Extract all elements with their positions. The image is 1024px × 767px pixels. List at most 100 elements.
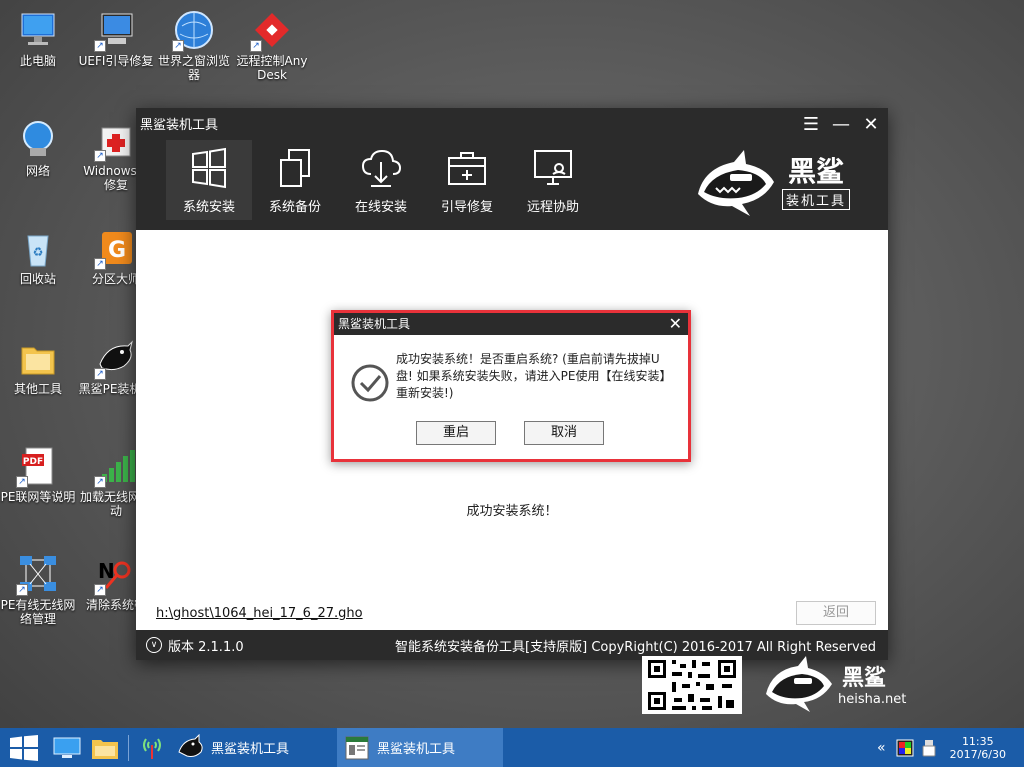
desktop-icon-this-pc[interactable]: 此电脑: [0, 8, 76, 68]
clock-date: 2017/6/30: [949, 747, 1006, 761]
taskbar-app-label: 黑鲨装机工具: [211, 742, 290, 757]
start-button[interactable]: [0, 728, 48, 767]
svg-text:♻: ♻: [33, 245, 44, 259]
taskbar-app-heisha-1[interactable]: 黑鲨装机工具: [171, 728, 337, 767]
tab-label: 系统安装: [182, 200, 235, 215]
minimize-button[interactable]: —: [828, 114, 854, 136]
tab-online-install[interactable]: 在线安装: [338, 140, 424, 220]
taskbar-app-heisha-2[interactable]: 黑鲨装机工具: [337, 728, 503, 767]
color-display-icon[interactable]: [896, 739, 914, 757]
anydesk-icon: ↗: [250, 8, 294, 52]
toolbox-icon: [448, 152, 486, 185]
taskbar-app-label: 黑鲨装机工具: [377, 742, 456, 757]
dialog-title: 黑鲨装机工具: [338, 317, 411, 331]
restart-dialog: 黑鲨装机工具 ✕ 成功安装系统！是否重启系统? (重启前请先拔掉U盘! 如果系统…: [331, 310, 691, 462]
window-header: 黑鲨装机工具 ☰ — ✕ 系统安装 系统备份 在线安装 引导修复 远程协助 黑鲨…: [136, 108, 888, 230]
desktop-icon-label: 远程控制AnyDesk: [236, 54, 308, 82]
desktop-icon-label: UEFI引导修复: [78, 54, 154, 68]
shark-icon: ↗: [94, 336, 138, 380]
remote-monitor-icon: [534, 150, 572, 185]
dialog-header: 黑鲨装机工具 ✕: [334, 313, 688, 335]
menu-icon[interactable]: ☰: [798, 114, 824, 136]
window-title: 黑鲨装机工具: [140, 118, 219, 133]
window-app-icon: [345, 736, 369, 759]
qr-code: [642, 656, 742, 714]
shortcut-arrow-icon: ↗: [94, 584, 106, 596]
desktop-monitor-icon: [53, 737, 81, 758]
tray-expand-chevron[interactable]: «: [877, 740, 886, 756]
desktop-icon-label: PE联网等说明: [0, 490, 76, 504]
desktop-icon-browser[interactable]: ↗ 世界之窗浏览器: [156, 8, 232, 82]
dialog-body: 成功安装系统！是否重启系统? (重启前请先拔掉U盘! 如果系统安装失败，请进入P…: [334, 335, 688, 459]
close-button[interactable]: ✕: [858, 114, 884, 136]
clock-time: 11:35: [961, 734, 994, 748]
shortcut-arrow-icon: ↗: [94, 40, 106, 52]
file-explorer-button[interactable]: [86, 728, 124, 767]
desktop-icon-label: 回收站: [19, 272, 56, 286]
desktop-icon-label: 分区大师: [91, 272, 140, 286]
shortcut-arrow-icon: ↗: [94, 368, 106, 380]
copyright-text: 智能系统安装备份工具[支持原版] CopyRight(C) 2016-2017 …: [395, 639, 876, 655]
shark-logo-icon: [697, 150, 774, 216]
shortcut-arrow-icon: ↗: [94, 258, 106, 270]
desktop-icon-network-manager[interactable]: ↗ PE有线无线网络管理: [0, 552, 76, 626]
shark-logo-icon: [766, 656, 832, 712]
desktop-icon-label: PE有线无线网络管理: [0, 598, 76, 626]
dialog-message: 成功安装系统！是否重启系统? (重启前请先拔掉U盘! 如果系统安装失败，请进入P…: [396, 352, 672, 400]
version-text: 版本 2.1.1.0: [168, 639, 244, 655]
promo-url: heisha.net: [838, 692, 907, 707]
partition-tool-icon: G ↗: [94, 226, 138, 270]
computer-icon: [16, 8, 60, 52]
tab-label: 在线安装: [354, 200, 407, 215]
ghost-file-link[interactable]: h:\ghost\1064_hei_17_6_27.gho: [156, 606, 363, 621]
signal-bars-icon: ↗: [94, 444, 138, 488]
wireless-button[interactable]: [133, 728, 171, 767]
clock[interactable]: 11:35 2017/6/30: [950, 735, 1006, 761]
desktop-icon-recycle-bin[interactable]: ♻ 回收站: [0, 226, 76, 286]
tab-system-backup[interactable]: 系统备份: [252, 140, 338, 220]
antenna-icon: [143, 737, 161, 759]
restart-button[interactable]: 重启: [416, 421, 496, 445]
desktop-icon-label: 其他工具: [13, 382, 62, 396]
back-button[interactable]: 返回: [796, 601, 876, 625]
globe-icon: ↗: [172, 8, 216, 52]
version-info: ∨ 版本 2.1.1.0: [146, 636, 244, 655]
dialog-close-button[interactable]: ✕: [669, 313, 682, 335]
desktop-icon-uefi-repair[interactable]: ↗ UEFI引导修复: [78, 8, 154, 68]
desktop-icon-other-tools[interactable]: 其他工具: [0, 336, 76, 396]
folder-icon: [16, 336, 60, 380]
tab-remote-assist[interactable]: 远程协助: [510, 140, 596, 220]
desktop-icon-network[interactable]: 网络: [0, 118, 76, 178]
first-aid-icon: ↗: [94, 118, 138, 162]
cloud-download-icon: [361, 149, 402, 187]
windows-logo-icon: [192, 147, 226, 189]
desktop-icon-label: 网络: [25, 164, 50, 178]
taskbar: 黑鲨装机工具 黑鲨装机工具 « 11:35 2017/6/30: [0, 728, 1024, 767]
svg-text:G: G: [108, 238, 126, 263]
shortcut-arrow-icon: ↗: [250, 40, 262, 52]
tab-boot-repair[interactable]: 引导修复: [424, 140, 510, 220]
backup-copy-icon: [280, 149, 310, 187]
network-globe-icon: [16, 118, 60, 162]
shortcut-arrow-icon: ↗: [94, 476, 106, 488]
svg-text:PDF: PDF: [23, 457, 43, 467]
usb-drive-icon[interactable]: [922, 739, 936, 757]
pdf-icon: PDF ↗: [16, 444, 60, 488]
tab-label: 引导修复: [440, 200, 493, 215]
tab-label: 系统备份: [268, 200, 321, 215]
desktop-icon-label: 世界之窗浏览器: [157, 54, 230, 82]
tab-system-install[interactable]: 系统安装: [166, 140, 252, 220]
desktop-icon-anydesk[interactable]: ↗ 远程控制AnyDesk: [234, 8, 310, 82]
shortcut-arrow-icon: ↗: [172, 40, 184, 52]
show-desktop-button[interactable]: [48, 728, 86, 767]
cancel-button[interactable]: 取消: [524, 421, 604, 445]
promo-logo: 黑鲨 heisha.net: [762, 656, 912, 714]
brand-logo: 黑鲨 装机工具: [694, 148, 850, 218]
shark-icon: [178, 733, 203, 757]
main-toolbar: 系统安装 系统备份 在线安装 引导修复 远程协助: [166, 140, 596, 220]
desktop-icon-pe-network-help[interactable]: PDF ↗ PE联网等说明: [0, 444, 76, 504]
folder-icon: [92, 739, 118, 759]
network-nodes-icon: ↗: [16, 552, 60, 596]
key-icon: N ↗: [94, 552, 138, 596]
recycle-bin-icon: ♻: [16, 226, 60, 270]
